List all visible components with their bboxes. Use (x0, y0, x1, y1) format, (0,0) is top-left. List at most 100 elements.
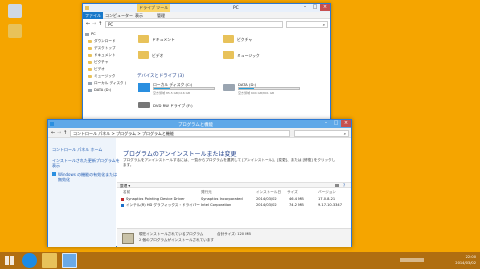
view-installed-updates-link[interactable]: インストールされた更新プログラムを (52, 158, 120, 164)
control-panel-icon (50, 122, 54, 126)
programs-package-icon (122, 233, 134, 244)
view-installed-updates-link-cont[interactable]: 表示 (52, 163, 60, 169)
explorer-title: PC (233, 6, 239, 11)
back-arrow-icon[interactable]: ← (86, 21, 90, 27)
nav-item-data-drive[interactable]: DATA (D:) (83, 87, 133, 94)
windows-drive-icon (138, 83, 150, 92)
nav-item-music[interactable]: ミュージック (83, 73, 133, 80)
drive-d-usage-bar (238, 87, 300, 90)
uninstall-heading: プログラムのアンインストールまたは変更 (123, 151, 237, 158)
table-row[interactable]: インテル(R) HD グラフィックス・ドライバー Intel Corporati… (117, 203, 351, 208)
uninstall-description-2: ます。 (123, 163, 134, 167)
footer-installed-label: 現在インストールされているプログラム (139, 232, 204, 236)
programs-search-box[interactable]: ⌕ (294, 130, 349, 137)
folder-icon (223, 51, 234, 59)
hard-drive-icon (223, 84, 235, 91)
tray-icons[interactable] (400, 258, 424, 262)
drive-c-usage-bar (153, 87, 215, 90)
forward-arrow-icon[interactable]: → (92, 21, 96, 27)
pc-icon (85, 32, 89, 36)
file-explorer-icon[interactable] (42, 253, 57, 268)
control-panel-home-link[interactable]: コントロール パネル ホーム (52, 147, 102, 153)
programs-left-pane: コントロール パネル ホーム インストールされた更新プログラムを 表示 Wind… (48, 138, 120, 247)
maximize-button[interactable]: □ (310, 4, 320, 11)
view-options-icon[interactable] (335, 184, 339, 187)
taskbar: 22:00 2014/03/02 (0, 252, 480, 269)
folder-icon (88, 39, 92, 43)
explorer-window: ドライブ ツール PC – □ × ファイル コンピューター 表示 管理 ← →… (82, 3, 331, 121)
drive-c[interactable]: ローカル ディスク (C:) 空き領域 85.5 GB/116 GB (138, 82, 218, 96)
column-publisher[interactable]: 発行元 (201, 190, 212, 195)
list-toolbar: 整理 ▾ ? (117, 182, 351, 188)
internet-explorer-icon[interactable] (22, 253, 37, 268)
folder-icon (88, 67, 92, 71)
explorer-quick-access-icon[interactable] (85, 6, 89, 10)
drive-icon (88, 81, 92, 85)
close-button[interactable]: × (320, 4, 330, 11)
tray-time[interactable]: 22:00 (440, 255, 476, 259)
back-arrow-icon[interactable]: ← (51, 130, 55, 136)
up-arrow-icon[interactable]: ↑ (98, 21, 102, 27)
folder-icon (88, 74, 92, 78)
help-icon[interactable]: ? (343, 183, 345, 188)
search-icon: ⌕ (322, 22, 325, 27)
dvd-drive-icon (138, 102, 150, 108)
organize-button[interactable]: 整理 ▾ (120, 184, 130, 189)
navigation-pane: PC ダウンロード デスクトップ ドキュメント ピクチャ ビデオ ミュージック … (83, 31, 133, 120)
programs-nav-row: ← → ↑ コントロール パネル > プログラム > プログラムと機能 ⌕ (48, 128, 351, 138)
breadcrumb: コントロール パネル > プログラム > プログラムと機能 (73, 131, 174, 136)
nav-item-local-disk[interactable]: ローカル ディスク ( (83, 80, 133, 87)
column-version[interactable]: バージョン (318, 190, 336, 195)
footer-total-size: 合計サイズ: 120 MB (217, 232, 251, 236)
uninstall-description-1: プログラムをアンインストールするには、一覧からプログラムを選択して [アンインス… (123, 158, 336, 162)
tab-manage[interactable]: 管理 (155, 12, 167, 19)
drive-icon (88, 88, 92, 92)
column-install-date[interactable]: インストール日 (256, 190, 281, 195)
folder-icon (88, 46, 92, 50)
folder-icon (223, 35, 234, 43)
intel-icon (121, 204, 124, 207)
folder-icon (138, 51, 149, 59)
synaptics-icon (121, 198, 124, 201)
nav-item-downloads[interactable]: ダウンロード (83, 38, 133, 45)
forward-arrow-icon[interactable]: → (57, 130, 61, 136)
devices-section-title: デバイスとドライブ (3) (137, 74, 184, 79)
drive-f[interactable]: DVD RW ドライブ (F:) (138, 101, 218, 111)
start-button[interactable] (2, 253, 17, 268)
programs-status-footer: 現在インストールされているプログラム 合計サイズ: 120 MB 2 個のプログ… (117, 228, 351, 247)
address-text: PC (108, 22, 114, 27)
column-size[interactable]: サイズ (287, 190, 298, 195)
desktop-recycle-bin-icon[interactable] (8, 4, 22, 18)
drive-tools-tab[interactable]: ドライブ ツール (137, 4, 171, 12)
column-name[interactable]: 名前 (123, 190, 130, 195)
explorer-content: ドキュメント ピクチャ ビデオ ミュージック デバイスとドライブ (3) ローカ… (135, 31, 330, 120)
close-button[interactable]: × (341, 120, 351, 127)
control-panel-taskbar-icon[interactable] (62, 253, 77, 268)
tab-computer[interactable]: コンピューター (103, 12, 135, 19)
explorer-search-box[interactable]: ⌕ (286, 21, 328, 28)
table-row[interactable]: Synaptics Pointing Device Driver Synapti… (117, 197, 351, 202)
drive-d[interactable]: DATA (D:) 空き領域 604 GB/801 GB (223, 82, 303, 96)
nav-item-videos[interactable]: ビデオ (83, 66, 133, 73)
nav-item-documents[interactable]: ドキュメント (83, 52, 133, 59)
up-arrow-icon[interactable]: ↑ (63, 130, 67, 136)
folder-icon (138, 35, 149, 43)
minimize-button[interactable]: – (321, 120, 331, 127)
nav-item-pc[interactable]: PC (83, 31, 133, 38)
programs-titlebar: プログラムと機能 – □ × (48, 120, 351, 128)
desktop-folder-icon[interactable] (8, 24, 22, 38)
maximize-button[interactable]: □ (331, 120, 341, 127)
nav-item-pictures[interactable]: ピクチャ (83, 59, 133, 66)
nav-item-desktop[interactable]: デスクトップ (83, 45, 133, 52)
tab-file[interactable]: ファイル (83, 12, 103, 19)
tray-date[interactable]: 2014/03/02 (440, 261, 476, 265)
search-icon: ⌕ (343, 131, 346, 136)
tab-view[interactable]: 表示 (133, 12, 145, 19)
programs-window: プログラムと機能 – □ × ← → ↑ コントロール パネル > プログラム … (47, 119, 352, 247)
explorer-address-bar[interactable]: PC (105, 21, 283, 28)
minimize-button[interactable]: – (300, 4, 310, 11)
explorer-nav-row: ← → ↑ PC ⌕ (83, 20, 330, 29)
windows-features-link-cont[interactable]: 無効化 (58, 177, 70, 183)
programs-address-bar[interactable]: コントロール パネル > プログラム > プログラムと機能 (70, 130, 290, 137)
explorer-titlebar: ドライブ ツール PC – □ × (83, 4, 330, 12)
